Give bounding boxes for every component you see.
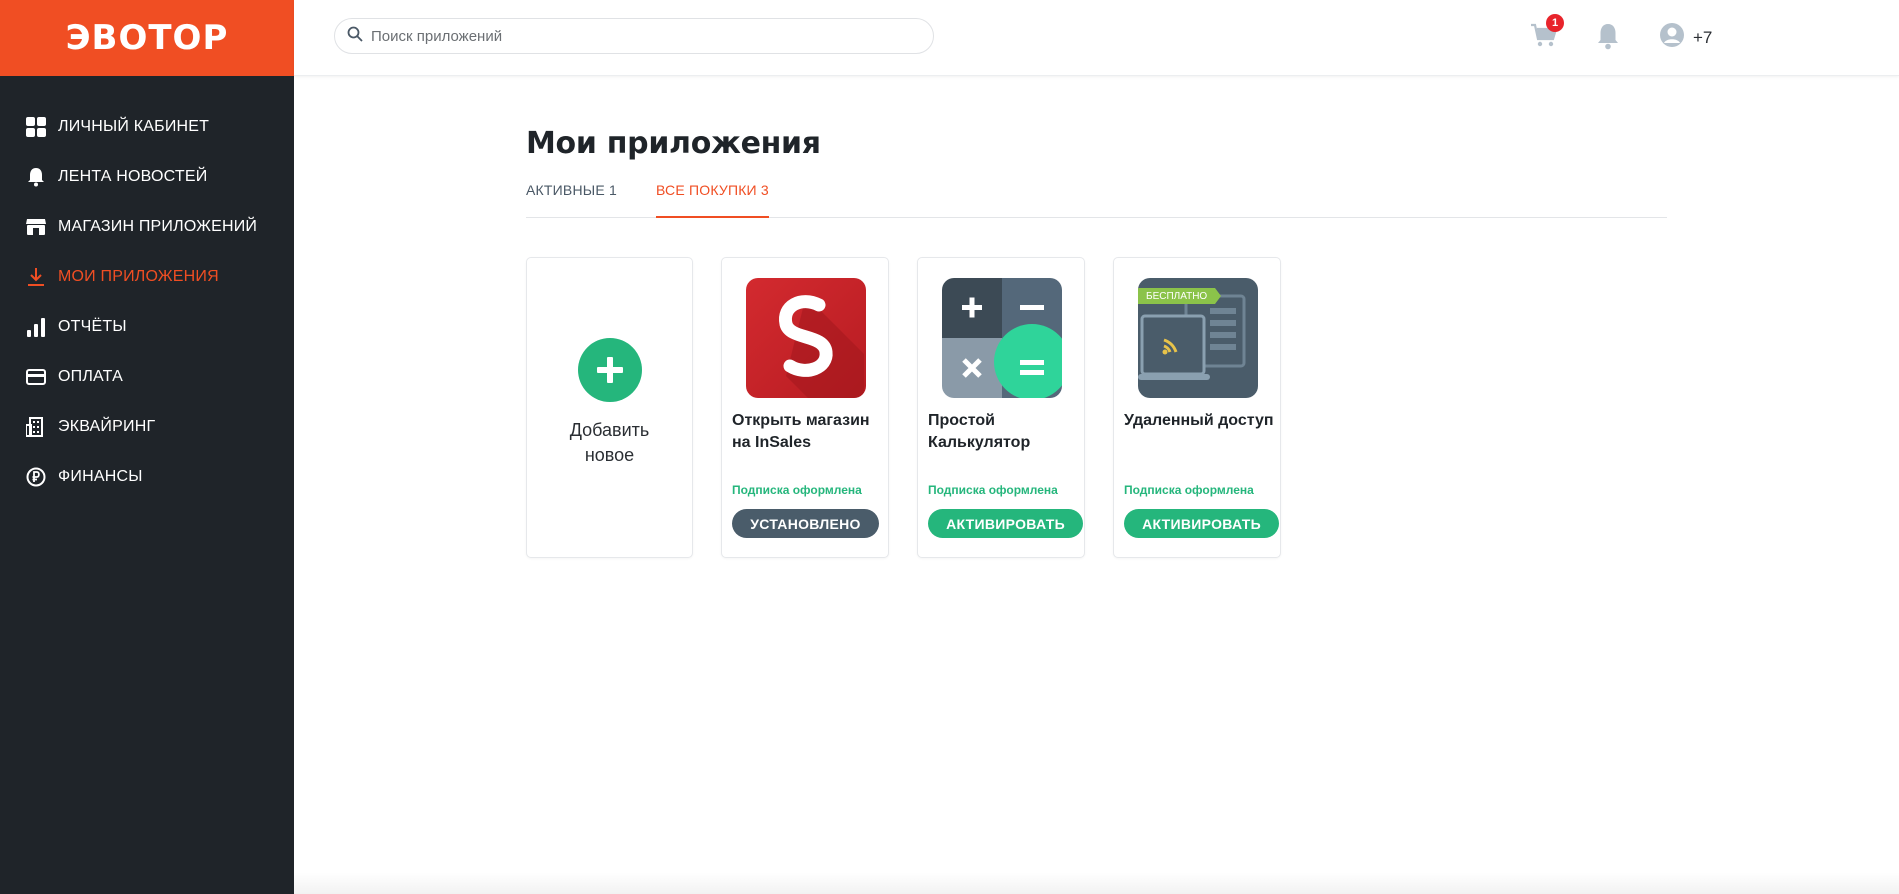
sidebar-item-label: ОПЛАТА <box>58 368 123 385</box>
cart-count-badge: 1 <box>1546 14 1564 32</box>
sidebar-item-label: МАГАЗИН ПРИЛОЖЕНИЙ <box>58 218 258 235</box>
sidebar-item-label: ОТЧЁТЫ <box>58 318 127 335</box>
add-new-label: Добавить новое <box>569 420 650 465</box>
sidebar-nav: ЛИЧНЫЙ КАБИНЕТ ЛЕНТА НОВОСТЕЙ МАГАЗИН ПР… <box>0 76 294 502</box>
cart-button[interactable]: 1 <box>1530 14 1564 52</box>
sidebar-item-finance[interactable]: ФИНАНСЫ <box>0 452 294 502</box>
brand-logo[interactable]: ЭВОТОР <box>66 18 229 58</box>
tab-all-purchases[interactable]: ВСЕ ПОКУПКИ 3 <box>655 179 769 218</box>
credit-card-icon <box>25 366 47 388</box>
tab-active[interactable]: АКТИВНЫЕ 1 <box>526 179 617 218</box>
ruble-icon <box>25 466 47 488</box>
activate-button[interactable]: АКТИВИРОВАТЬ <box>928 509 1083 538</box>
sidebar-item-news[interactable]: ЛЕНТА НОВОСТЕЙ <box>0 152 294 202</box>
search-input[interactable] <box>371 27 911 45</box>
bell-icon <box>25 166 47 188</box>
sidebar-item-store[interactable]: МАГАЗИН ПРИЛОЖЕНИЙ <box>0 202 294 252</box>
free-badge: БЕСПЛАТНО <box>1138 288 1222 304</box>
sidebar-item-reports[interactable]: ОТЧЁТЫ <box>0 302 294 352</box>
sidebar: ЭВОТОР ЛИЧНЫЙ КАБИНЕТ ЛЕНТА НОВОСТЕЙ МАГ… <box>0 0 294 894</box>
search-box[interactable] <box>334 18 934 54</box>
tabs: АКТИВНЫЕ 1 ВСЕ ПОКУПКИ 3 <box>526 179 1667 218</box>
user-phone-label: +7 <box>1693 27 1713 47</box>
sidebar-item-label: ФИНАНСЫ <box>58 468 143 485</box>
app-name: Простой Калькулятор <box>928 412 1031 451</box>
plus-icon <box>577 338 642 402</box>
user-menu[interactable]: +7 <box>1659 22 1712 53</box>
sidebar-item-cabinet[interactable]: ЛИЧНЫЙ КАБИНЕТ <box>0 102 294 152</box>
notifications-button[interactable] <box>1596 22 1622 50</box>
app-card[interactable]: Открыть магазин на InSales Подписка офор… <box>721 257 889 558</box>
cart-icon <box>1530 23 1558 52</box>
app-name: Открыть магазин на InSales <box>732 412 870 451</box>
remote-access-icon: БЕСПЛАТНО <box>1138 278 1258 398</box>
sidebar-item-label: ЛЕНТА НОВОСТЕЙ <box>58 168 208 185</box>
sidebar-item-label: МОИ ПРИЛОЖЕНИЯ <box>58 268 219 285</box>
main-content: Мои приложения АКТИВНЫЕ 1 ВСЕ ПОКУПКИ 3 … <box>526 76 1667 558</box>
sidebar-item-payment[interactable]: ОПЛАТА <box>0 352 294 402</box>
add-new-app-card[interactable]: Добавить новое <box>526 257 693 558</box>
sidebar-item-label: ЛИЧНЫЙ КАБИНЕТ <box>58 118 210 135</box>
sidebar-item-my-apps[interactable]: МОИ ПРИЛОЖЕНИЯ <box>0 252 294 302</box>
bar-chart-icon <box>25 316 47 338</box>
bell-icon <box>1596 24 1620 54</box>
insales-logo-icon <box>746 278 866 398</box>
sidebar-item-acquiring[interactable]: ЭКВАЙРИНГ <box>0 402 294 452</box>
app-name: Удаленный доступ <box>1124 412 1274 429</box>
bottom-shadow <box>294 872 1899 894</box>
page-title: Мои приложения <box>526 126 821 161</box>
search-icon <box>347 26 363 47</box>
avatar <box>1659 22 1685 53</box>
installed-button[interactable]: УСТАНОВЛЕНО <box>732 509 879 538</box>
top-header: 1 +7 <box>294 0 1899 76</box>
app-cards: Добавить новое Открыть магазин на InSale… <box>526 257 1667 558</box>
logo-bar[interactable]: ЭВОТОР <box>0 0 294 76</box>
calculator-icon <box>942 278 1062 398</box>
download-icon <box>25 266 47 288</box>
app-card[interactable]: БЕСПЛАТНО Удаленный доступ Подписка офор… <box>1113 257 1281 558</box>
dashboard-icon <box>25 116 47 138</box>
app-card[interactable]: Простой Калькулятор Подписка оформлена А… <box>917 257 1085 558</box>
activate-button[interactable]: АКТИВИРОВАТЬ <box>1124 509 1279 538</box>
subscription-status: Подписка оформлена <box>928 483 1058 497</box>
subscription-status: Подписка оформлена <box>1124 483 1254 497</box>
store-icon <box>25 216 47 238</box>
subscription-status: Подписка оформлена <box>732 483 862 497</box>
sidebar-item-label: ЭКВАЙРИНГ <box>58 418 156 435</box>
building-icon <box>25 416 47 438</box>
